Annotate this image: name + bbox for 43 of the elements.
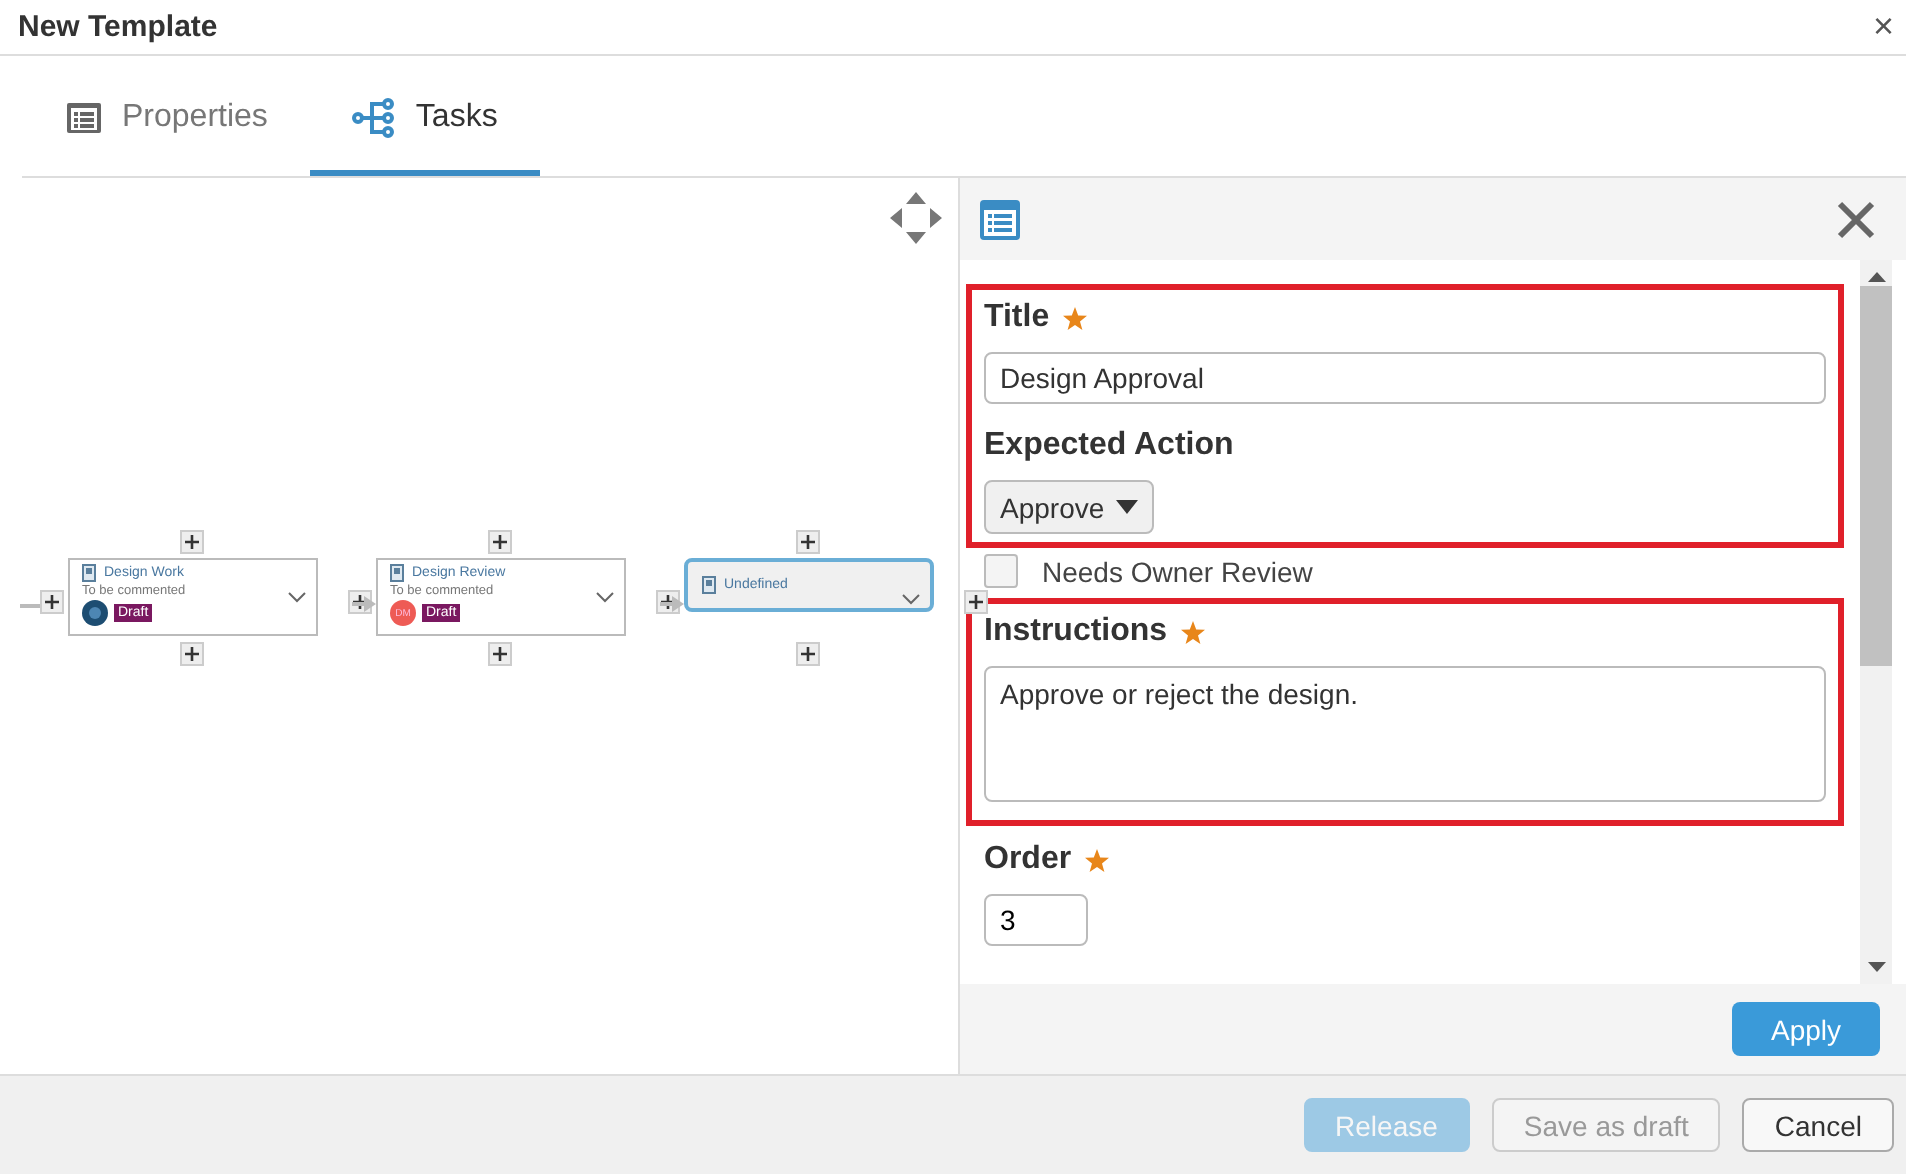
chevron-down-icon[interactable] — [902, 594, 920, 606]
required-star-icon — [1179, 619, 1206, 645]
close-icon[interactable] — [1836, 199, 1876, 239]
close-button[interactable]: × — [1864, 6, 1902, 48]
instructions-field[interactable]: Approve or reject the design. — [984, 666, 1826, 802]
tree-icon — [351, 97, 396, 137]
pan-icon[interactable] — [888, 190, 944, 246]
add-button[interactable] — [964, 590, 988, 614]
tab[interactable]: Tasks — [309, 64, 540, 176]
action-dropdown[interactable]: Approve — [984, 480, 1155, 534]
field-label: Order — [984, 842, 1072, 878]
field-label: Instructions — [984, 614, 1168, 650]
window-title: New Template — [18, 10, 218, 44]
form-icon — [980, 199, 1020, 239]
add-button[interactable] — [488, 642, 512, 666]
add-button[interactable] — [796, 642, 820, 666]
arrow-icon — [660, 594, 684, 614]
chevron-down-icon[interactable] — [596, 592, 614, 604]
scroll-up-icon[interactable] — [1867, 272, 1885, 282]
chevron-down-icon[interactable] — [288, 592, 306, 604]
tab[interactable]: Properties — [24, 64, 310, 176]
scroll-down-icon[interactable] — [1867, 962, 1885, 972]
avatar-icon — [82, 600, 108, 626]
field-label: Title — [984, 300, 1050, 336]
required-star-icon — [1061, 305, 1088, 331]
document-icon — [390, 564, 404, 582]
add-button[interactable] — [180, 530, 204, 554]
arrow-icon — [352, 594, 376, 614]
checkbox[interactable] — [984, 554, 1018, 588]
order-field[interactable]: 3 — [984, 894, 1088, 946]
add-button[interactable] — [796, 530, 820, 554]
add-button[interactable] — [40, 590, 64, 614]
add-button[interactable] — [488, 530, 512, 554]
caret-icon — [1116, 500, 1139, 514]
list-icon — [66, 101, 102, 133]
footer-button[interactable]: Cancel — [1742, 1098, 1894, 1152]
required-star-icon — [1083, 847, 1110, 873]
field-label: Expected Action — [984, 428, 1234, 464]
title-field[interactable]: Design Approval — [984, 352, 1826, 404]
add-button[interactable] — [180, 642, 204, 666]
document-icon — [702, 576, 716, 594]
checkbox-label: Needs Owner Review — [1042, 555, 1313, 587]
document-icon — [82, 564, 96, 582]
